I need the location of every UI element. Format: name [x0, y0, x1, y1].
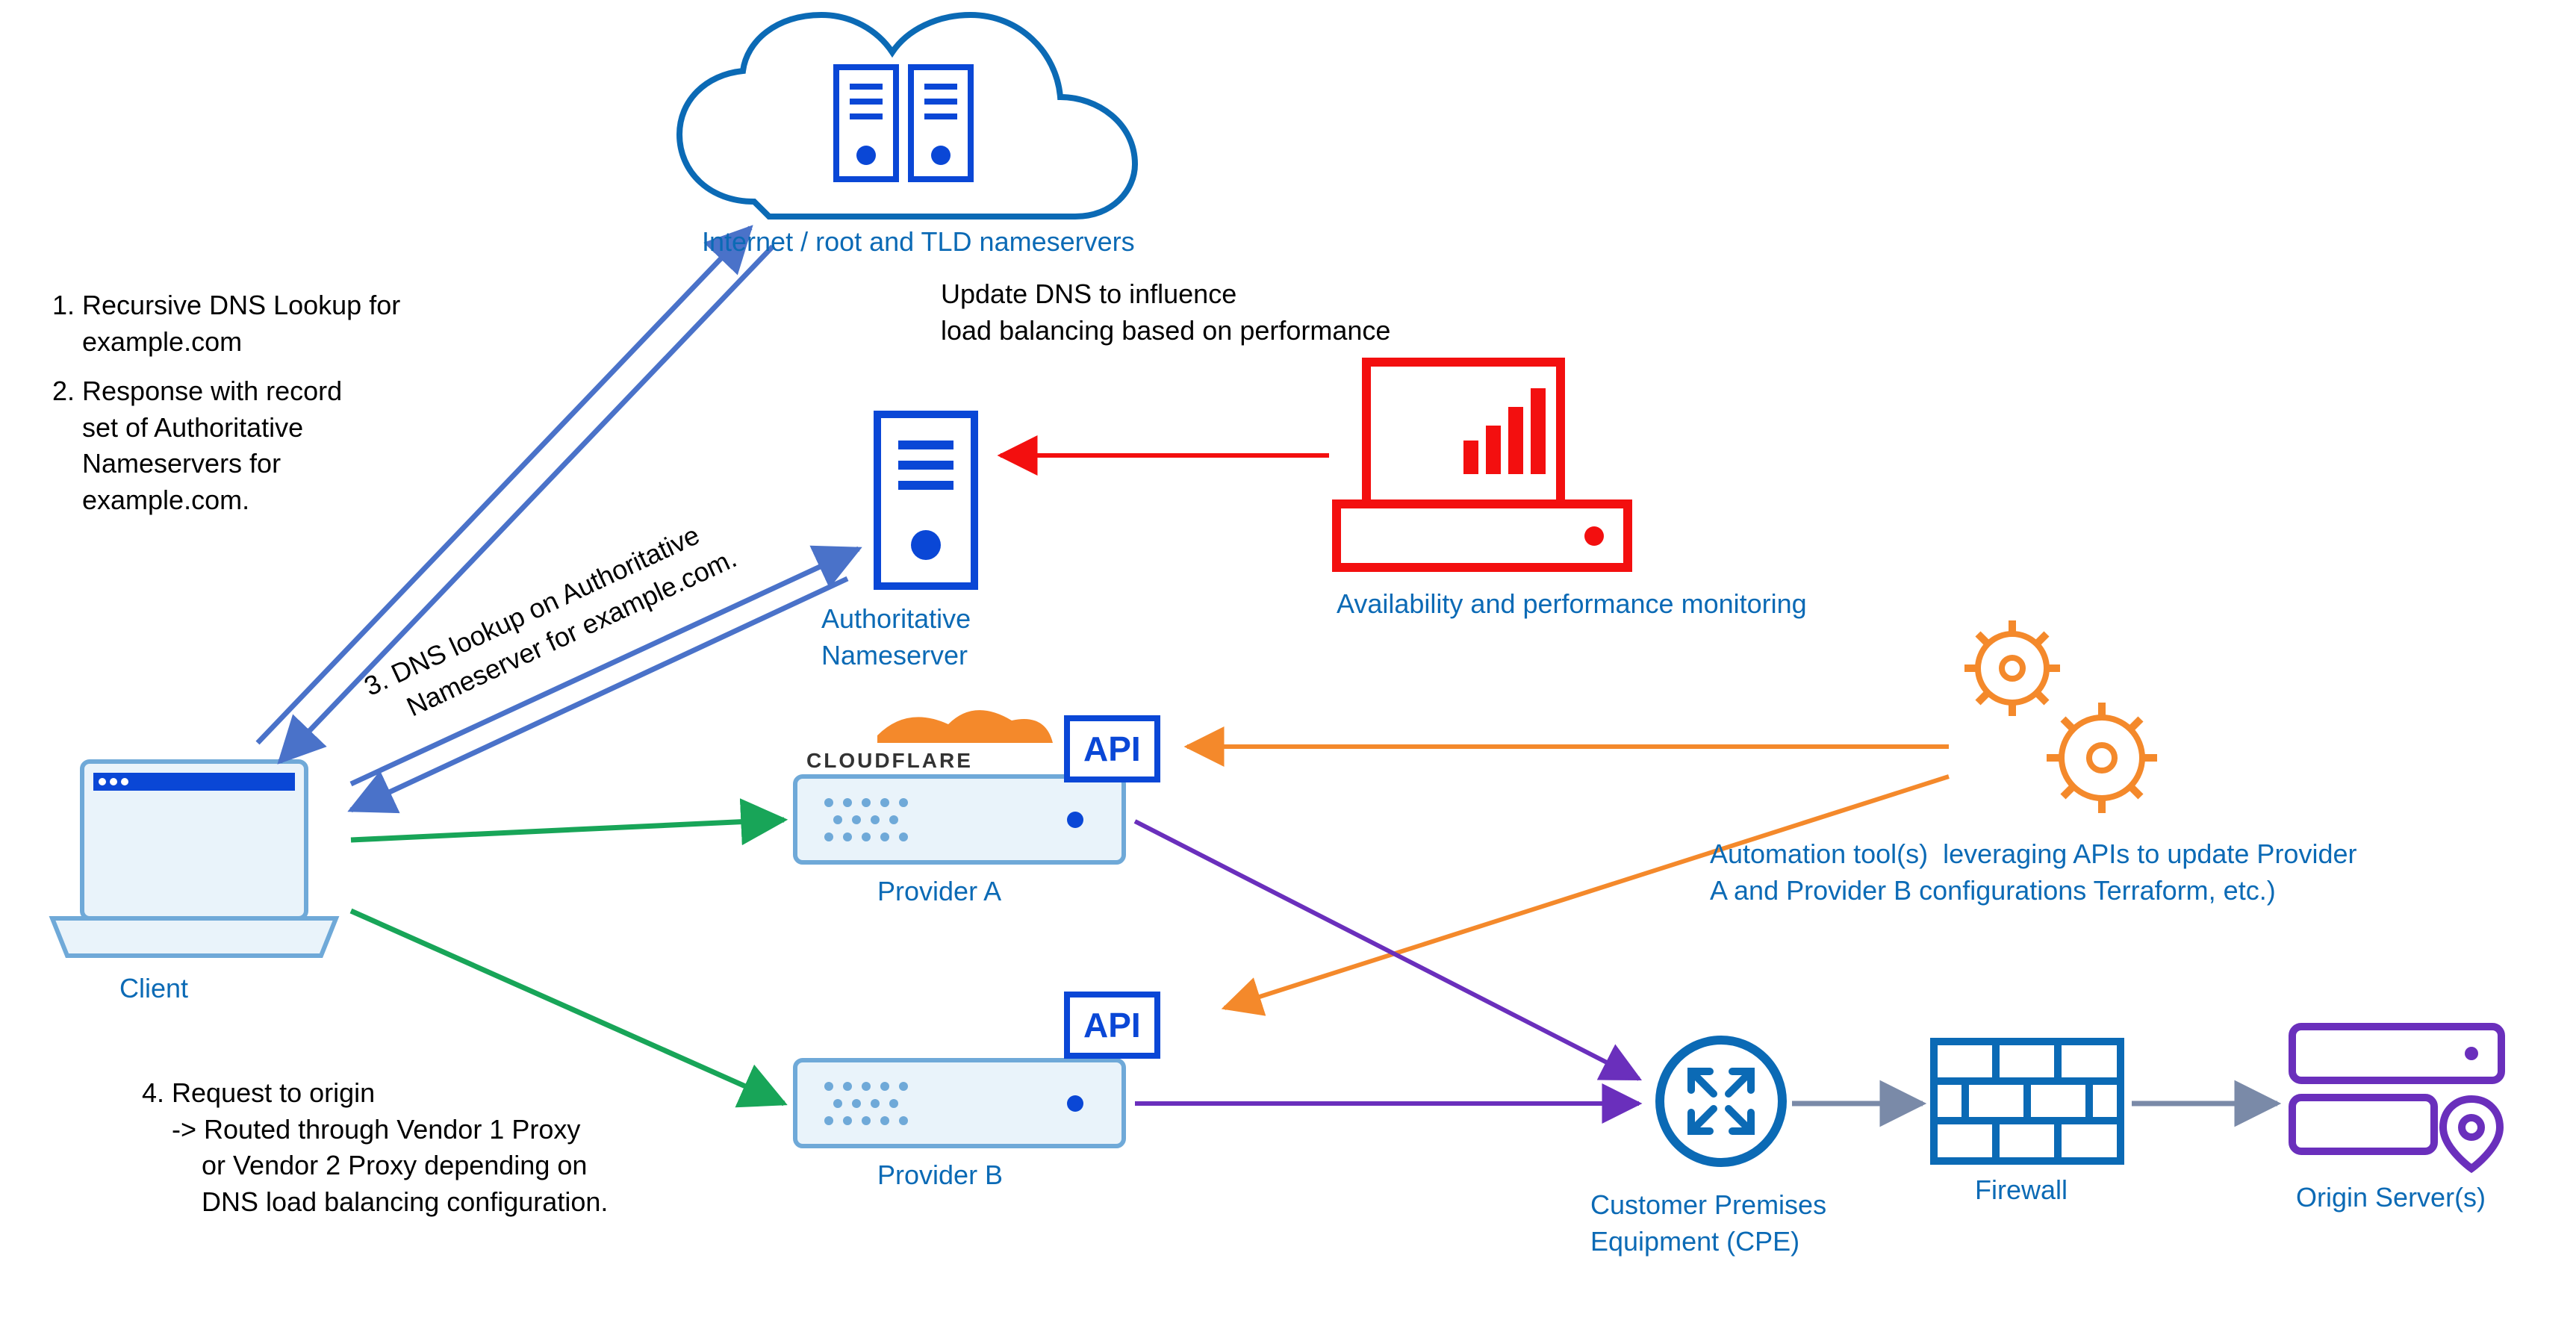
provider-b-icon: [795, 1060, 1124, 1146]
cpe-icon: [1660, 1040, 1782, 1163]
authns-label: Authoritative Nameserver: [821, 601, 971, 673]
client-icon: [52, 762, 336, 956]
gears-icon: [1964, 620, 2157, 813]
step2-text: 2. Response with record set of Authorita…: [52, 373, 342, 518]
api-a-badge: API: [1064, 715, 1160, 782]
client-label: Client: [119, 971, 188, 1007]
diagram-stage: { "nodes": { "cloud": {"label":"Internet…: [0, 0, 2576, 1329]
step4-text: 4. Request to origin -> Routed through V…: [142, 1075, 608, 1220]
cpe-label: Customer Premises Equipment (CPE): [1590, 1187, 1826, 1260]
api-b-badge: API: [1064, 992, 1160, 1059]
monitor-icon: [1337, 362, 1628, 567]
provider-b-label: Provider B: [877, 1157, 1003, 1194]
cloudflare-badge: CLOUDFLARE: [806, 747, 973, 775]
origin-icon: [2292, 1027, 2501, 1168]
monitor-label: Availability and performance monitoring: [1337, 586, 1807, 623]
cloud-label: Internet / root and TLD nameservers: [702, 224, 1135, 261]
auth-ns-icon: [877, 414, 974, 586]
firewall-label: Firewall: [1975, 1172, 2068, 1209]
provider-a-label: Provider A: [877, 874, 1001, 910]
automation-label: Automation tool(s) leveraging APIs to up…: [1710, 836, 2356, 909]
cloud-icon: [679, 15, 1135, 217]
firewall-icon: [1934, 1042, 2121, 1161]
step1-text: 1. Recursive DNS Lookup for example.com: [52, 287, 400, 360]
update-dns-text: Update DNS to influence load balancing b…: [941, 276, 1390, 349]
origin-label: Origin Server(s): [2296, 1180, 2486, 1216]
